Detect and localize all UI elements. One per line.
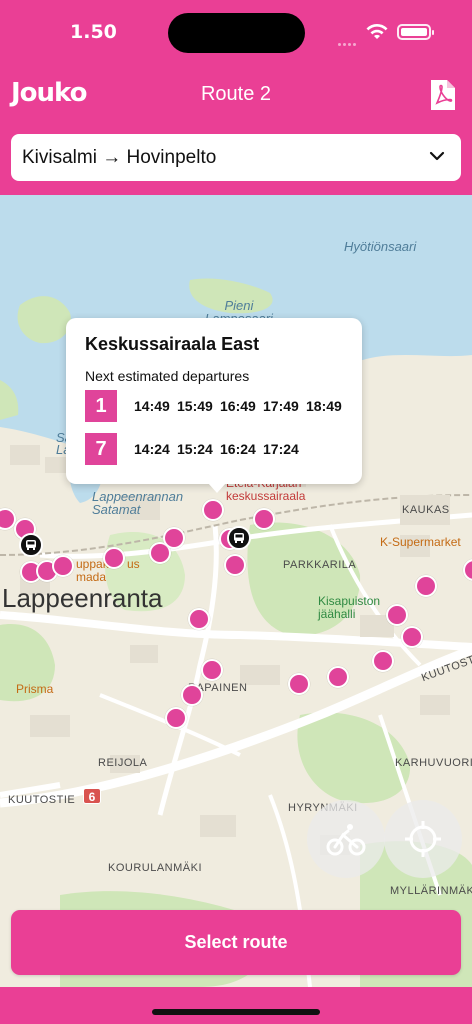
- road-number-6: 6: [83, 788, 101, 804]
- map-label-prisma: Prisma: [16, 682, 54, 696]
- battery-icon: [397, 24, 434, 40]
- select-route-button[interactable]: Select route: [11, 910, 461, 975]
- line-badge: 7: [85, 433, 117, 465]
- bicycle-icon: [326, 824, 366, 856]
- map-label-kourulanmaki: KOURULANMÄKI: [108, 862, 203, 874]
- route-stop[interactable]: [224, 554, 246, 576]
- map-label-k-supermarket: K-Supermarket: [380, 535, 461, 549]
- locate-me-button[interactable]: [384, 800, 462, 878]
- route-stop[interactable]: [253, 508, 275, 530]
- map-label-myllarinmaki: MYLLÄRINMÄKI: [390, 885, 472, 897]
- departure-time: 16:24: [220, 441, 256, 457]
- route-stop[interactable]: [103, 547, 125, 569]
- cellular-signal-icon: [338, 33, 358, 51]
- departure-time: 17:24: [263, 441, 299, 457]
- departure-row: 1 14:49 15:49 16:49 17:49 18:49: [85, 390, 355, 422]
- route-stop[interactable]: [372, 650, 394, 672]
- route-stop[interactable]: [201, 659, 223, 681]
- map-label-mada: mada: [76, 570, 107, 584]
- map-label-kuutostie-left: KUUTOSTIE: [8, 794, 76, 806]
- chevron-down-icon: [429, 151, 445, 161]
- departure-row: 7 14:24 15:24 16:24 17:24: [85, 433, 355, 465]
- route-stop[interactable]: [188, 608, 210, 630]
- map-label-hyotionsaari: Hyötiönsaari: [344, 239, 417, 254]
- departure-time: 18:49: [306, 398, 342, 414]
- departure-time: 16:49: [220, 398, 256, 414]
- bus-icon[interactable]: [19, 533, 43, 557]
- bike-mode-button[interactable]: [307, 800, 385, 878]
- departure-time: 14:24: [134, 441, 170, 457]
- departure-time: 17:49: [263, 398, 299, 414]
- map-label-us: us: [127, 557, 140, 571]
- wifi-icon: [366, 24, 388, 39]
- crosshair-icon: [405, 821, 441, 857]
- map-label-parkkarila: PARKKARILA: [283, 559, 357, 571]
- departure-time: 15:49: [177, 398, 213, 414]
- route-map[interactable]: Hyötiönsaari Pieni Lamposaari Sa La Lapp…: [0, 195, 472, 987]
- departure-time: 15:24: [177, 441, 213, 457]
- status-bar: 1.50: [0, 0, 472, 62]
- map-label-kaukas: KAUKAS: [402, 504, 450, 516]
- departure-time: 14:49: [134, 398, 170, 414]
- status-time: 1.50: [70, 21, 117, 43]
- route-stop[interactable]: [386, 604, 408, 626]
- home-indicator: [152, 1009, 320, 1015]
- route-stop[interactable]: [415, 575, 437, 597]
- page-title: Route 2: [200, 83, 272, 105]
- app-header: 1.50 Jouko Route 2 Kivisalmi → Hovinpelt…: [0, 0, 472, 195]
- pdf-file-icon[interactable]: [428, 78, 458, 112]
- route-stop[interactable]: [165, 707, 187, 729]
- bus-icon[interactable]: [227, 526, 251, 550]
- map-label-lappeenrannan-satamat: Lappeenrannan Satamat: [92, 489, 184, 517]
- popup-subtitle: Next estimated departures: [85, 368, 250, 384]
- route-select[interactable]: Kivisalmi → Hovinpelto: [11, 134, 461, 181]
- route-stop[interactable]: [181, 684, 203, 706]
- route-stop[interactable]: [401, 626, 423, 648]
- route-stop[interactable]: [163, 527, 185, 549]
- route-stop[interactable]: [202, 499, 224, 521]
- map-label-kisapuiston-jaahalli: Kisapuiston jäähalli: [318, 594, 381, 621]
- dynamic-island: [168, 13, 305, 53]
- stop-departures-popup: Keskussairaala East Next estimated depar…: [66, 318, 362, 493]
- route-stop[interactable]: [288, 673, 310, 695]
- line-badge: 1: [85, 390, 117, 422]
- route-stop[interactable]: [327, 666, 349, 688]
- route-stop[interactable]: [52, 555, 74, 577]
- route-select-value: Kivisalmi → Hovinpelto: [22, 147, 217, 168]
- map-label-lappeenranta: Lappeenranta: [2, 583, 163, 613]
- map-label-karhuvuori: KARHUVUORI: [395, 757, 472, 769]
- map-label-reijola: REIJOLA: [98, 757, 148, 769]
- popup-stop-name: Keskussairaala East: [85, 334, 260, 354]
